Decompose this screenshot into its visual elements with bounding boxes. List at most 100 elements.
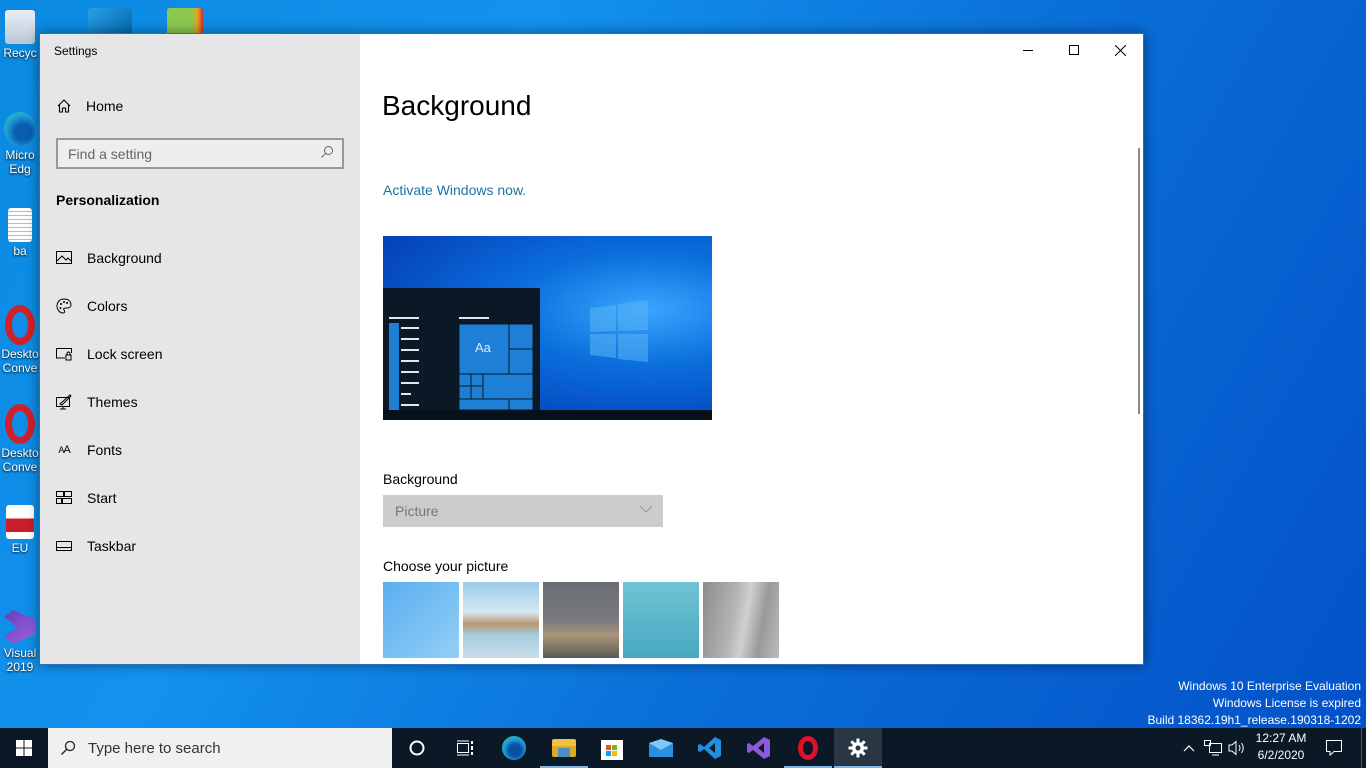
start-icon <box>56 490 72 506</box>
sidebar-item-label: Taskbar <box>87 538 137 554</box>
close-icon <box>1114 44 1126 56</box>
sidebar-item-taskbar[interactable]: Taskbar <box>40 522 360 570</box>
opera-icon <box>5 305 35 345</box>
desktop-icon-label: Deskto Conve <box>1 446 39 474</box>
desktop-icon-label: Deskto Conve <box>1 347 39 375</box>
picture-thumb-rock-cliff[interactable] <box>703 582 779 658</box>
lock-screen-icon <box>56 346 72 362</box>
clock[interactable]: 12:27 AM 6/2/2020 <box>1248 730 1314 764</box>
desktop-icon-desktop-converter-1[interactable]: Deskto Conve <box>0 305 40 375</box>
chevron-down-icon <box>639 505 653 513</box>
taskbar-app-visual-studio[interactable] <box>735 728 783 768</box>
home-nav-item[interactable]: Home <box>56 98 123 114</box>
desktop-icon-text-file[interactable]: ba <box>0 208 40 258</box>
desktop-icon-label: Micro Edg <box>5 148 35 176</box>
edge-icon <box>502 736 526 760</box>
minimize-icon <box>1023 50 1033 51</box>
sidebar-item-themes[interactable]: Themes <box>40 378 360 426</box>
taskbar-app-file-explorer[interactable] <box>540 728 588 768</box>
sidebar-item-colors[interactable]: Colors <box>40 282 360 330</box>
sidebar-item-label: Colors <box>87 298 128 314</box>
watermark-edition: Windows 10 Enterprise Evaluation <box>1178 679 1361 693</box>
taskbar-app-edge[interactable] <box>490 728 538 768</box>
background-type-label: Background <box>383 471 458 487</box>
desktop-icon-recycle-bin[interactable]: Recyc <box>0 10 40 60</box>
opera-icon <box>798 736 818 760</box>
themes-icon <box>56 394 72 410</box>
chevron-up-icon <box>1183 745 1195 752</box>
preview-illustration <box>383 288 712 420</box>
desktop-icon-label: ba <box>13 244 27 258</box>
mail-icon <box>649 739 673 757</box>
desktop-icon-microsoft-edge[interactable]: Micro Edg <box>0 112 40 176</box>
show-desktop-button[interactable] <box>1361 728 1366 768</box>
desktop-icon-desktop-converter-2[interactable]: Deskto Conve <box>0 404 40 474</box>
activation-watermark: Windows 10 Enterprise Evaluation Windows… <box>1147 678 1361 729</box>
activate-windows-link[interactable]: Activate Windows now. <box>383 182 526 198</box>
network-button[interactable] <box>1201 728 1225 768</box>
cortana-icon <box>409 740 425 756</box>
recycle-bin-icon <box>5 10 35 44</box>
cortana-button[interactable] <box>393 728 441 768</box>
speaker-icon <box>1228 740 1244 756</box>
desktop-icon-pdf-file[interactable]: EU <box>0 505 40 555</box>
taskbar-icon <box>56 538 72 554</box>
watermark-build: Build 18362.19h1_release.190318-1202 <box>1147 713 1361 727</box>
taskbar-app-vscode[interactable] <box>686 728 734 768</box>
maximize-button[interactable] <box>1051 34 1097 66</box>
desktop-icon-visual-studio-2019[interactable]: Visual 2019 <box>0 610 40 674</box>
picture-thumb-windows-light[interactable] <box>383 582 459 658</box>
maximize-icon <box>1069 45 1079 55</box>
sidebar-item-lock-screen[interactable]: Lock screen <box>40 330 360 378</box>
vscode-icon <box>698 737 721 759</box>
main-content: Background Activate Windows now. Aa Back… <box>360 34 1143 664</box>
sidebar-item-background[interactable]: Background <box>40 234 360 282</box>
search-icon <box>321 146 333 158</box>
task-view-button[interactable] <box>441 728 489 768</box>
picture-thumb-night-sky-tent[interactable] <box>543 582 619 658</box>
action-center-button[interactable] <box>1320 728 1348 768</box>
desktop-icon-label: Visual 2019 <box>3 646 37 674</box>
category-heading: Personalization <box>56 192 160 208</box>
sidebar: Settings Home Find a setting Personaliza… <box>40 34 360 664</box>
taskbar-app-store[interactable] <box>588 728 636 768</box>
sidebar-item-start[interactable]: Start <box>40 474 360 522</box>
picture-thumb-beach-rocks[interactable] <box>463 582 539 658</box>
home-icon <box>57 99 71 113</box>
picture-thumbnails <box>383 582 779 658</box>
network-icon <box>1204 740 1222 756</box>
find-setting-placeholder: Find a setting <box>68 145 153 162</box>
sidebar-item-label: Background <box>87 250 162 266</box>
volume-button[interactable] <box>1226 728 1248 768</box>
opera-icon <box>5 404 35 444</box>
taskbar-app-settings[interactable] <box>834 728 882 768</box>
fonts-icon: AA <box>58 444 70 456</box>
minimize-button[interactable] <box>1005 34 1051 66</box>
watermark-license: Windows License is expired <box>1212 696 1361 710</box>
preview-sample-text: Aa <box>475 340 491 355</box>
clock-time: 12:27 AM <box>1255 731 1307 745</box>
scrollbar[interactable] <box>1138 148 1140 414</box>
desktop-icon-label: Recyc <box>3 46 37 60</box>
choose-picture-label: Choose your picture <box>383 558 509 574</box>
store-icon <box>601 740 623 760</box>
close-button[interactable] <box>1097 34 1143 66</box>
desktop-icon-label: EU <box>11 541 29 555</box>
taskbar-app-opera[interactable] <box>784 728 832 768</box>
sidebar-item-label: Start <box>87 490 117 506</box>
sidebar-nav: Background Colors Lock screen Themes AA … <box>40 234 360 570</box>
clock-date: 6/2/2020 <box>1257 748 1305 762</box>
find-setting-input[interactable]: Find a setting <box>56 138 344 169</box>
show-hidden-icons-button[interactable] <box>1178 728 1200 768</box>
windows-logo-icon <box>16 740 32 756</box>
taskbar-search-box[interactable]: Type here to search <box>48 728 392 768</box>
picture-thumb-underwater-swimmer[interactable] <box>623 582 699 658</box>
sidebar-item-fonts[interactable]: AA Fonts <box>40 426 360 474</box>
taskbar-app-mail[interactable] <box>637 728 685 768</box>
text-file-icon <box>8 208 32 242</box>
app-title: Settings <box>54 44 98 58</box>
start-button[interactable] <box>0 728 48 768</box>
background-type-dropdown[interactable]: Picture <box>383 495 663 527</box>
pdf-icon <box>6 505 34 539</box>
background-preview: Aa <box>383 236 712 420</box>
